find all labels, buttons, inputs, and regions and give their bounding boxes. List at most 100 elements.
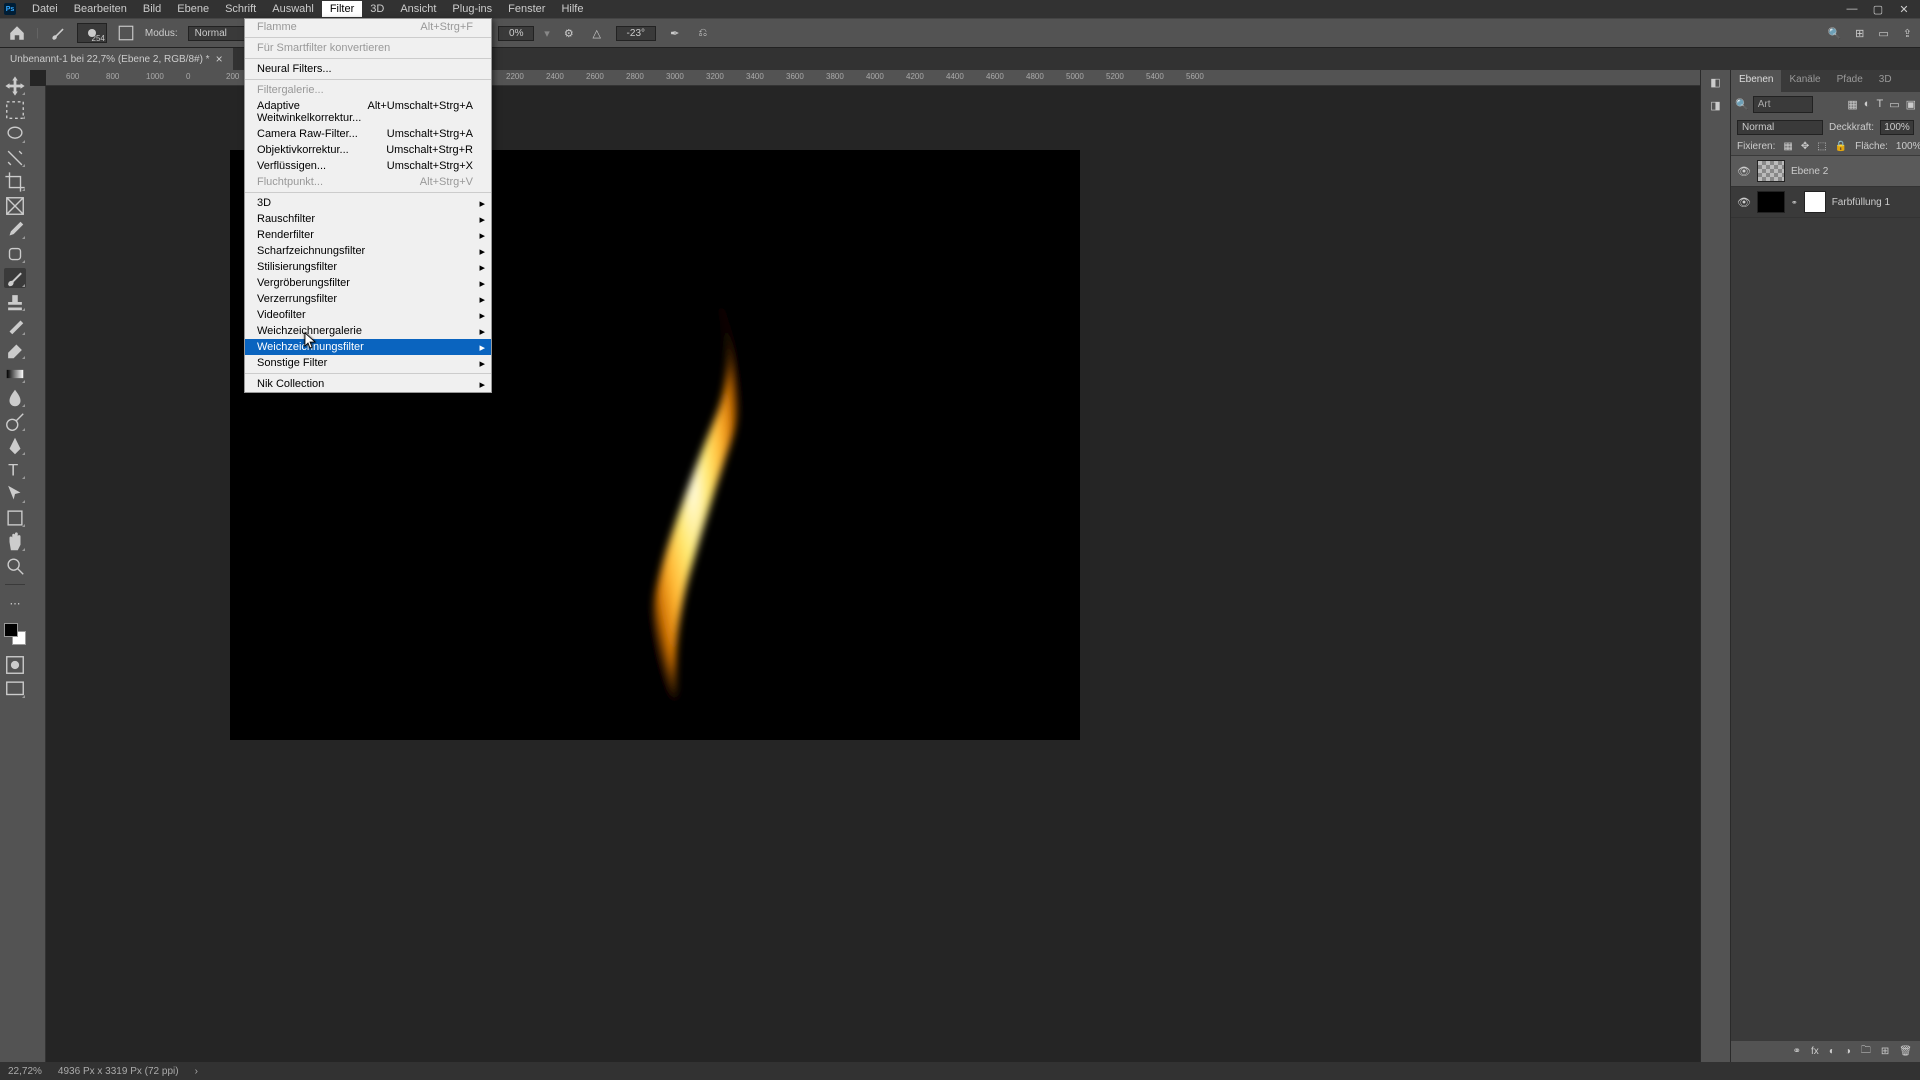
hand-tool-icon[interactable]: [4, 532, 26, 552]
gradient-tool-icon[interactable]: [4, 364, 26, 384]
panel-icon[interactable]: ◧: [1710, 76, 1720, 89]
layer-filter-input[interactable]: [1753, 96, 1813, 113]
layer-thumbnail[interactable]: [1757, 191, 1785, 213]
layer-row[interactable]: 👁 ⚭ Farbfüllung 1: [1731, 187, 1920, 218]
gear-icon[interactable]: ⚙: [560, 24, 578, 42]
link-icon[interactable]: ⚭: [1791, 198, 1798, 207]
layer-mask[interactable]: [1804, 191, 1826, 213]
visibility-icon[interactable]: 👁: [1737, 196, 1751, 209]
menu-hilfe[interactable]: Hilfe: [553, 1, 591, 17]
workspace-icon[interactable]: ▭: [1878, 27, 1888, 40]
menu-filter[interactable]: Filter: [322, 1, 362, 17]
blur-tool-icon[interactable]: [4, 388, 26, 408]
history-brush-icon[interactable]: [4, 316, 26, 336]
filter-type-icon[interactable]: T: [1876, 98, 1883, 111]
menuitem-verfl-ssigen-[interactable]: Verflüssigen...Umschalt+Strg+X: [245, 158, 491, 174]
tab-kanäle[interactable]: Kanäle: [1781, 70, 1828, 92]
blend-mode-select[interactable]: Normal: [1737, 120, 1823, 135]
menu-3d[interactable]: 3D: [362, 1, 392, 17]
delete-icon[interactable]: 🗑: [1899, 1046, 1912, 1057]
menu-datei[interactable]: Datei: [24, 1, 66, 17]
angle-icon[interactable]: △: [588, 24, 606, 42]
zoom-tool-icon[interactable]: [4, 556, 26, 576]
view-icon[interactable]: ⊞: [1855, 27, 1864, 40]
menuitem-renderfilter[interactable]: Renderfilter▸: [245, 227, 491, 243]
layer-row[interactable]: 👁 Ebene 2: [1731, 156, 1920, 187]
healing-tool-icon[interactable]: [4, 244, 26, 264]
layer-name[interactable]: Farbfüllung 1: [1832, 197, 1890, 208]
blend-mode-select[interactable]: Normal: [188, 26, 248, 41]
share-icon[interactable]: ⇪: [1903, 27, 1912, 40]
smoothing-value[interactable]: 0%: [498, 26, 534, 41]
path-select-icon[interactable]: [4, 484, 26, 504]
menuitem-nik-collection[interactable]: Nik Collection▸: [245, 376, 491, 392]
filter-image-icon[interactable]: ▦: [1847, 98, 1857, 111]
link-icon[interactable]: ⚭: [1793, 1046, 1801, 1057]
type-tool-icon[interactable]: T: [4, 460, 26, 480]
frame-tool-icon[interactable]: [4, 196, 26, 216]
menuitem-camera-raw-filter-[interactable]: Camera Raw-Filter...Umschalt+Strg+A: [245, 126, 491, 142]
menuitem-scharfzeichnungsfilter[interactable]: Scharfzeichnungsfilter▸: [245, 243, 491, 259]
eyedropper-tool-icon[interactable]: [4, 220, 26, 240]
tab-pfade[interactable]: Pfade: [1829, 70, 1871, 92]
lock-pixels-icon[interactable]: ▦: [1783, 141, 1792, 152]
panel-icon[interactable]: ◨: [1710, 99, 1720, 112]
edit-toolbar-icon[interactable]: ⋯: [4, 593, 26, 613]
menuitem-3d[interactable]: 3D▸: [245, 195, 491, 211]
info-chevron-icon[interactable]: ›: [195, 1066, 198, 1077]
brush-preview[interactable]: 254: [77, 23, 107, 43]
group-icon[interactable]: 🗀: [1861, 1043, 1871, 1060]
document-tab[interactable]: Unbenannt-1 bei 22,7% (Ebene 2, RGB/8#) …: [0, 48, 233, 70]
filter-smart-icon[interactable]: ▣: [1906, 98, 1916, 111]
menuitem-videofilter[interactable]: Videofilter▸: [245, 307, 491, 323]
lasso-tool-icon[interactable]: [4, 124, 26, 144]
menu-ansicht[interactable]: Ansicht: [392, 1, 444, 17]
menuitem-rauschfilter[interactable]: Rauschfilter▸: [245, 211, 491, 227]
filter-shape-icon[interactable]: ▭: [1889, 98, 1899, 111]
brush-tool-icon[interactable]: [49, 24, 67, 42]
wand-tool-icon[interactable]: [4, 148, 26, 168]
fill-value[interactable]: 100%: [1896, 141, 1920, 152]
menuitem-verzerrungsfilter[interactable]: Verzerrungsfilter▸: [245, 291, 491, 307]
filter-adjust-icon[interactable]: ◐: [1864, 98, 1871, 111]
tab-ebenen[interactable]: Ebenen: [1731, 70, 1781, 92]
menuitem-objektivkorrektur-[interactable]: Objektivkorrektur...Umschalt+Strg+R: [245, 142, 491, 158]
marquee-tool-icon[interactable]: [4, 100, 26, 120]
lock-artboard-icon[interactable]: ⬚: [1817, 141, 1826, 152]
screenmode-icon[interactable]: [4, 679, 26, 699]
brush-tool-icon[interactable]: [4, 268, 26, 288]
tab-3d[interactable]: 3D: [1871, 70, 1900, 92]
menuitem-adaptive-weitwinkelkorrektur-[interactable]: Adaptive Weitwinkelkorrektur...Alt+Umsch…: [245, 98, 491, 126]
symmetry-icon[interactable]: ⎌: [694, 24, 712, 42]
menuitem-sonstige-filter[interactable]: Sonstige Filter▸: [245, 355, 491, 371]
menuitem-weichzeichnergalerie[interactable]: Weichzeichnergalerie▸: [245, 323, 491, 339]
menu-schrift[interactable]: Schrift: [217, 1, 264, 17]
menuitem-stilisierungsfilter[interactable]: Stilisierungsfilter▸: [245, 259, 491, 275]
menu-ebene[interactable]: Ebene: [169, 1, 217, 17]
shape-tool-icon[interactable]: [4, 508, 26, 528]
maximize-icon[interactable]: ▢: [1870, 3, 1886, 16]
color-swatches[interactable]: [4, 623, 26, 645]
quickmask-icon[interactable]: [4, 655, 26, 675]
menuitem-weichzeichnungsfilter[interactable]: Weichzeichnungsfilter▸: [245, 339, 491, 355]
menu-plug-ins[interactable]: Plug-ins: [444, 1, 500, 17]
menu-fenster[interactable]: Fenster: [500, 1, 553, 17]
foreground-color[interactable]: [4, 623, 18, 637]
search-icon[interactable]: 🔍: [1827, 27, 1841, 40]
zoom-level[interactable]: 22,72%: [8, 1066, 42, 1077]
home-icon[interactable]: [8, 24, 26, 42]
angle-value[interactable]: -23°: [616, 26, 656, 41]
menu-bearbeiten[interactable]: Bearbeiten: [66, 1, 135, 17]
adjustment-icon[interactable]: ◑: [1845, 1046, 1851, 1057]
layer-thumbnail[interactable]: [1757, 160, 1785, 182]
close-icon[interactable]: ✕: [1896, 3, 1912, 16]
new-layer-icon[interactable]: ⊞: [1881, 1046, 1889, 1057]
lock-all-icon[interactable]: 🔒: [1835, 141, 1847, 152]
pressure-opacity-icon[interactable]: ✒: [666, 24, 684, 42]
lock-position-icon[interactable]: ✥: [1801, 141, 1809, 152]
move-tool-icon[interactable]: [4, 76, 26, 96]
pen-tool-icon[interactable]: [4, 436, 26, 456]
menuitem-vergr-berungsfilter[interactable]: Vergröberungsfilter▸: [245, 275, 491, 291]
opacity-value[interactable]: 100%: [1880, 120, 1914, 135]
minimize-icon[interactable]: —: [1844, 3, 1860, 16]
